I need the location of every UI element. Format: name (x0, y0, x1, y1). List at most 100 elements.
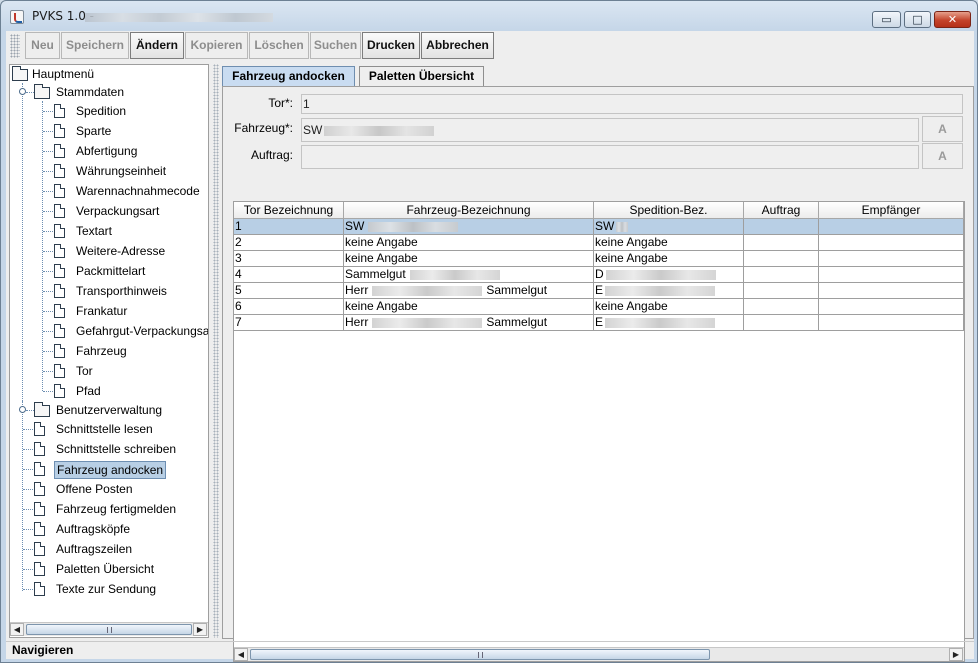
table-cell-empfaenger[interactable] (819, 251, 964, 267)
scroll-right-icon[interactable]: ▶ (193, 623, 207, 636)
split-pane-divider[interactable] (213, 64, 219, 638)
document-icon (34, 562, 45, 576)
fahrzeug-andocken-panel: Tor*: 1 Fahrzeug*: SW A Auftrag: A Tor B… (222, 86, 974, 662)
print-button[interactable]: Drucken (362, 32, 420, 59)
cell-text: Sammelgut (345, 267, 406, 281)
column-header-tor[interactable]: Tor Bezeichnung (234, 202, 344, 219)
column-header-auftrag[interactable]: Auftrag (744, 202, 819, 219)
fahrzeug-lookup-button[interactable]: A (922, 116, 963, 142)
document-icon (54, 244, 65, 258)
tree-line (43, 151, 53, 152)
table-cell-tor[interactable]: 7 (234, 315, 344, 331)
table-cell-spedition[interactable]: keine Angabe (594, 299, 744, 315)
table-cell-tor[interactable]: 1 (234, 219, 344, 235)
table-cell-fahrzeug[interactable]: Herr Sammelgut (344, 283, 594, 299)
table-cell-fahrzeug[interactable]: Sammelgut (344, 267, 594, 283)
table-cell-tor[interactable]: 2 (234, 235, 344, 251)
column-header-empfaenger[interactable]: Empfänger (819, 202, 964, 219)
table-cell-tor[interactable]: 3 (234, 251, 344, 267)
table-cell-empfaenger[interactable] (819, 219, 964, 235)
tree-horizontal-scrollbar[interactable]: ◀ ▶ (10, 622, 208, 636)
cell-text: 3 (235, 251, 242, 265)
table-cell-auftrag[interactable] (744, 267, 819, 283)
tree-node-label: Texte zur Sendung (56, 582, 157, 596)
table-cell-auftrag[interactable] (744, 251, 819, 267)
table-row[interactable]: 1 SW SW (234, 219, 964, 235)
table-cell-empfaenger[interactable] (819, 283, 964, 299)
scroll-left-icon[interactable]: ◀ (10, 623, 24, 636)
navigation-tree[interactable]: Hauptmenü Stammdaten Spedition Sparte Abfe… (10, 65, 208, 622)
delete-button[interactable]: Löschen (249, 32, 309, 59)
column-header-fahrzeug[interactable]: Fahrzeug-Bezeichnung (344, 202, 594, 219)
new-button[interactable]: Neu (25, 32, 60, 59)
table-row[interactable]: 5 Herr Sammelgut E (234, 283, 964, 299)
edit-button[interactable]: Ändern (130, 32, 184, 59)
table-cell-fahrzeug[interactable]: Herr Sammelgut (344, 315, 594, 331)
table-cell-empfaenger[interactable] (819, 299, 964, 315)
table-cell-auftrag[interactable] (744, 283, 819, 299)
table-cell-auftrag[interactable] (744, 315, 819, 331)
table-row[interactable]: 4 Sammelgut D (234, 267, 964, 283)
maximize-button[interactable]: □ (904, 11, 931, 28)
table-cell-spedition[interactable]: E (594, 315, 744, 331)
table-cell-fahrzeug[interactable]: keine Angabe (344, 235, 594, 251)
tree-node-label: Transporthinweis (76, 284, 167, 298)
table-cell-fahrzeug[interactable]: keine Angabe (344, 251, 594, 267)
table-cell-empfaenger[interactable] (819, 315, 964, 331)
table-cell-fahrzeug[interactable]: SW (344, 219, 594, 235)
tree-line (42, 101, 43, 391)
scrollbar-thumb[interactable] (26, 624, 192, 635)
table-cell-tor[interactable]: 6 (234, 299, 344, 315)
expand-toggle-icon[interactable] (19, 406, 26, 413)
document-icon (54, 224, 65, 238)
table-row[interactable]: 2 keine Angabe keine Angabe (234, 235, 964, 251)
auftrag-field[interactable] (301, 145, 919, 169)
cell-text: keine Angabe (345, 251, 418, 265)
expand-toggle-icon[interactable] (19, 88, 26, 95)
cell-text: Sammelgut (486, 283, 548, 297)
table-cell-auftrag[interactable] (744, 235, 819, 251)
cell-text: keine Angabe (345, 235, 418, 249)
minimize-button[interactable]: ▭ (872, 11, 901, 28)
title-bar[interactable]: PVKS 1.0 - ▭ □ ✕ (1, 1, 977, 31)
table-cell-auftrag[interactable] (744, 219, 819, 235)
table-cell-spedition[interactable]: keine Angabe (594, 251, 744, 267)
tor-table[interactable]: Tor Bezeichnung Fahrzeug-Bezeichnung Spe… (233, 201, 965, 662)
redacted-text (605, 285, 716, 296)
tor-field[interactable]: 1 (301, 94, 963, 114)
table-cell-spedition[interactable]: E (594, 283, 744, 299)
folder-icon (12, 66, 28, 81)
table-cell-empfaenger[interactable] (819, 267, 964, 283)
table-cell-auftrag[interactable] (744, 299, 819, 315)
table-cell-fahrzeug[interactable]: keine Angabe (344, 299, 594, 315)
document-icon (54, 364, 65, 378)
tab-paletten-uebersicht[interactable]: Paletten Übersicht (359, 66, 484, 86)
table-cell-spedition[interactable]: keine Angabe (594, 235, 744, 251)
document-icon (54, 144, 65, 158)
column-header-spedition[interactable]: Spedition-Bez. (594, 202, 744, 219)
toolbar-grip-icon[interactable] (10, 34, 20, 58)
tree-line (43, 231, 53, 232)
table-row[interactable]: 6 keine Angabe keine Angabe (234, 299, 964, 315)
copy-button[interactable]: Kopieren (185, 32, 248, 59)
tree-node-label: Gefahrgut-Verpackungsa (76, 324, 208, 338)
table-cell-tor[interactable]: 5 (234, 283, 344, 299)
tab-fahrzeug-andocken[interactable]: Fahrzeug andocken (222, 66, 355, 86)
tree-line (43, 351, 53, 352)
save-button[interactable]: Speichern (61, 32, 129, 59)
table-cell-empfaenger[interactable] (819, 235, 964, 251)
close-button[interactable]: ✕ (934, 11, 971, 28)
search-button[interactable]: Suchen (310, 32, 361, 59)
redacted-text (605, 269, 716, 280)
document-icon (54, 384, 65, 398)
tree-node-label: Paletten Übersicht (56, 562, 155, 576)
table-cell-spedition[interactable]: SW (594, 219, 744, 235)
table-cell-tor[interactable]: 4 (234, 267, 344, 283)
table-row[interactable]: 3 keine Angabe keine Angabe (234, 251, 964, 267)
cancel-button[interactable]: Abbrechen (421, 32, 494, 59)
table-row[interactable]: 7 Herr Sammelgut E (234, 315, 964, 331)
table-cell-spedition[interactable]: D (594, 267, 744, 283)
auftrag-lookup-button[interactable]: A (922, 143, 963, 169)
close-icon: ✕ (947, 13, 958, 26)
fahrzeug-field[interactable]: SW (301, 118, 919, 142)
